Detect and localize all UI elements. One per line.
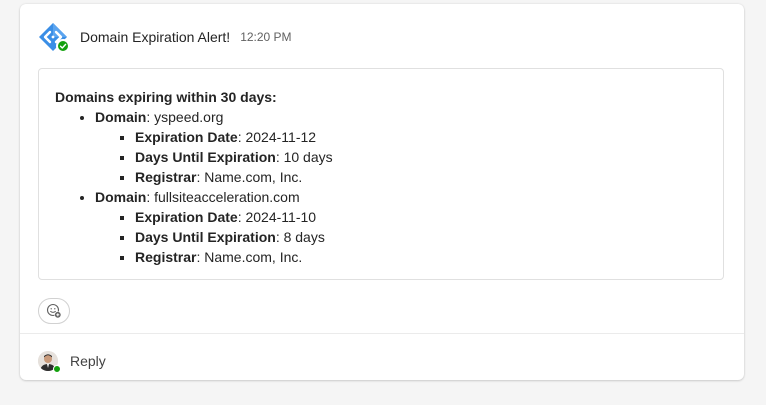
expiration-date-value: 2024-11-12	[245, 129, 317, 145]
expiration-date-value: 2024-11-10	[245, 209, 317, 225]
expiration-date-label: Expiration Date	[135, 129, 238, 145]
message-card: Domain Expiration Alert! 12:20 PM Domain…	[20, 4, 744, 380]
app-icon[interactable]	[38, 22, 70, 53]
message-title: Domain Expiration Alert!	[80, 29, 231, 45]
registrar-item: Registrar: Name.com, Inc.	[135, 167, 707, 187]
message-header: Domain Expiration Alert! 12:20 PM	[38, 21, 292, 53]
reply-row[interactable]: Reply	[38, 350, 106, 373]
domain-name: yspeed.org	[154, 109, 224, 125]
days-until-label: Days Until Expiration	[135, 149, 276, 165]
domain-label: Domain	[95, 189, 147, 205]
domain-item: Domain: fullsiteacceleration.com Expirat…	[95, 187, 707, 267]
message-body: Domains expiring within 30 days: Domain:…	[38, 68, 724, 280]
domain-label: Domain	[95, 109, 147, 125]
add-reaction-button[interactable]	[38, 298, 70, 324]
presence-available-icon	[56, 39, 70, 53]
domain-name: fullsiteacceleration.com	[154, 189, 300, 205]
registrar-label: Registrar	[135, 249, 197, 265]
days-until-item: Days Until Expiration: 10 days	[135, 147, 707, 167]
registrar-item: Registrar: Name.com, Inc.	[135, 247, 707, 267]
registrar-value: Name.com, Inc.	[204, 169, 303, 185]
message-heading: Domains expiring within 30 days:	[55, 89, 277, 105]
days-until-label: Days Until Expiration	[135, 229, 276, 245]
presence-available-icon	[53, 365, 61, 373]
domain-item: Domain: yspeed.org Expiration Date: 2024…	[95, 107, 707, 187]
days-until-value: 10 days	[283, 149, 333, 165]
domain-details: Expiration Date: 2024-11-10 Days Until E…	[95, 207, 707, 267]
registrar-label: Registrar	[135, 169, 197, 185]
days-until-item: Days Until Expiration: 8 days	[135, 227, 707, 247]
expiration-date-item: Expiration Date: 2024-11-10	[135, 207, 707, 227]
message-timestamp[interactable]: 12:20 PM	[240, 30, 291, 44]
domain-details: Expiration Date: 2024-11-12 Days Until E…	[95, 127, 707, 187]
reply-divider	[20, 333, 744, 334]
domain-list: Domain: yspeed.org Expiration Date: 2024…	[55, 107, 707, 267]
days-until-value: 8 days	[283, 229, 325, 245]
expiration-date-item: Expiration Date: 2024-11-12	[135, 127, 707, 147]
reply-button[interactable]: Reply	[70, 353, 106, 369]
expiration-date-label: Expiration Date	[135, 209, 238, 225]
registrar-value: Name.com, Inc.	[204, 249, 303, 265]
add-reaction-icon	[46, 303, 62, 319]
avatar[interactable]	[38, 351, 61, 373]
